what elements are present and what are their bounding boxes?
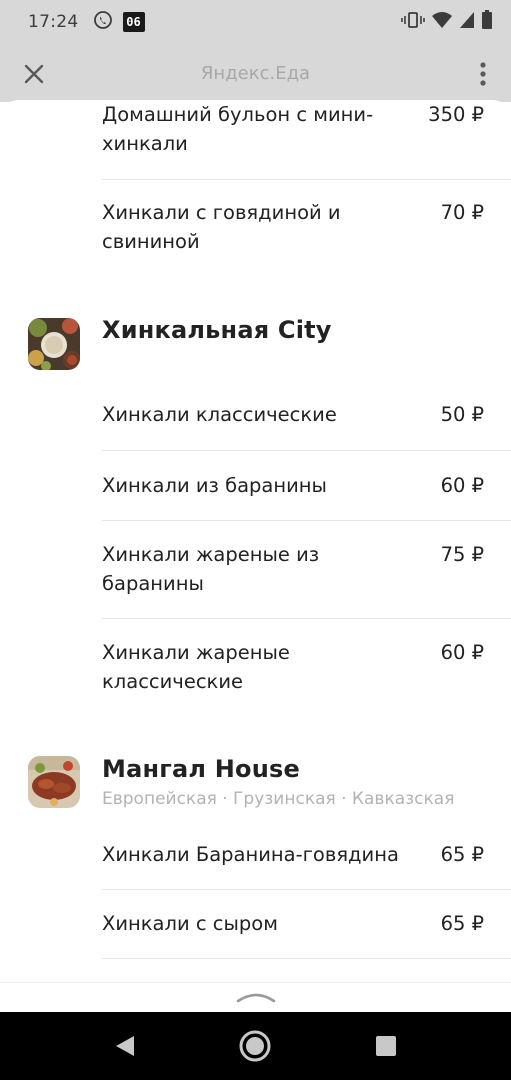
status-bar: 17:24 06 [0,0,511,44]
home-icon [239,1030,271,1062]
search-results-sheet[interactable]: Домашний бульон с мини-хинкали 350 ₽ Хин… [0,100,511,1012]
dish-item[interactable]: Хинкали классические 50 ₽ [102,400,484,429]
restaurant-logo[interactable] [28,756,80,808]
dish-item[interactable]: Домашний бульон с мини-хинкали 350 ₽ [102,100,484,158]
dish-price: 70 ₽ [440,201,484,224]
divider [102,520,511,521]
dish-price: 60 ₽ [440,474,484,497]
more-vertical-icon [480,62,486,86]
divider [102,958,511,959]
dish-name: Хинкали жареные из баранины [102,543,320,595]
chevron-up-icon [236,993,275,1003]
restaurant-food-image [28,318,80,370]
dish-price: 65 ₽ [440,843,484,866]
dish-item[interactable]: Хинкали Баранина-говядина 65 ₽ [102,840,484,869]
recents-icon [375,1036,396,1056]
status-system-icons [401,10,493,34]
dish-price: 50 ₽ [440,403,484,426]
system-nav-bar [0,1012,511,1080]
dish-name: Домашний бульон с мини-хинкали [102,103,374,155]
app-title: Яндекс.Еда [200,62,311,84]
dish-name: Хинкали из баранины [102,474,327,497]
restaurant-cuisine: Европейская · Грузинская · Кавказская [102,789,455,809]
divider [102,450,511,451]
dish-price: 75 ₽ [440,543,484,566]
dish-name: Хинкали жареные классические [102,641,290,693]
app-badge: 06 [122,12,145,32]
divider [102,618,511,619]
dish-name: Хинкали Баранина-говядина [102,843,399,866]
viber-icon [93,10,113,34]
status-notification-icons: 06 [93,10,145,34]
sheet-handle[interactable] [0,982,511,1012]
restaurant-name[interactable]: Хинкальная City [102,316,332,344]
dish-item[interactable]: Хинкали жареные классические 60 ₽ [102,638,484,696]
back-icon [116,1036,135,1056]
badge-text: 06 [126,15,141,29]
dish-item[interactable]: Хинкали из баранины 60 ₽ [102,471,484,500]
restaurant-logo[interactable] [28,318,80,370]
wifi-icon [431,11,453,33]
dish-item[interactable]: Хинкали с говядиной и свининой 70 ₽ [102,198,484,256]
dish-price: 65 ₽ [440,912,484,935]
battery-icon [481,10,493,34]
back-button[interactable] [101,1022,149,1070]
close-icon [24,64,44,84]
restaurant-food-image [28,756,80,808]
signal-icon [459,11,475,33]
dish-name: Хинкали классические [102,403,337,426]
dish-price: 60 ₽ [440,641,484,664]
divider [102,889,511,890]
vibrate-icon [401,11,425,33]
app-bar: Яндекс.Еда [0,44,511,102]
dish-price: 350 ₽ [428,103,484,126]
close-button[interactable] [18,58,50,90]
home-button[interactable] [231,1022,279,1070]
recents-button[interactable] [362,1022,410,1070]
more-options-button[interactable] [477,58,489,90]
dish-item[interactable]: Хинкали жареные из баранины 75 ₽ [102,540,484,598]
divider [102,179,511,180]
restaurant-name[interactable]: Мангал House [102,755,300,783]
dish-name: Хинкали с сыром [102,912,278,935]
dish-item[interactable]: Хинкали с сыром 65 ₽ [102,909,484,938]
dish-name: Хинкали с говядиной и свининой [102,201,341,253]
status-time: 17:24 [28,12,79,32]
